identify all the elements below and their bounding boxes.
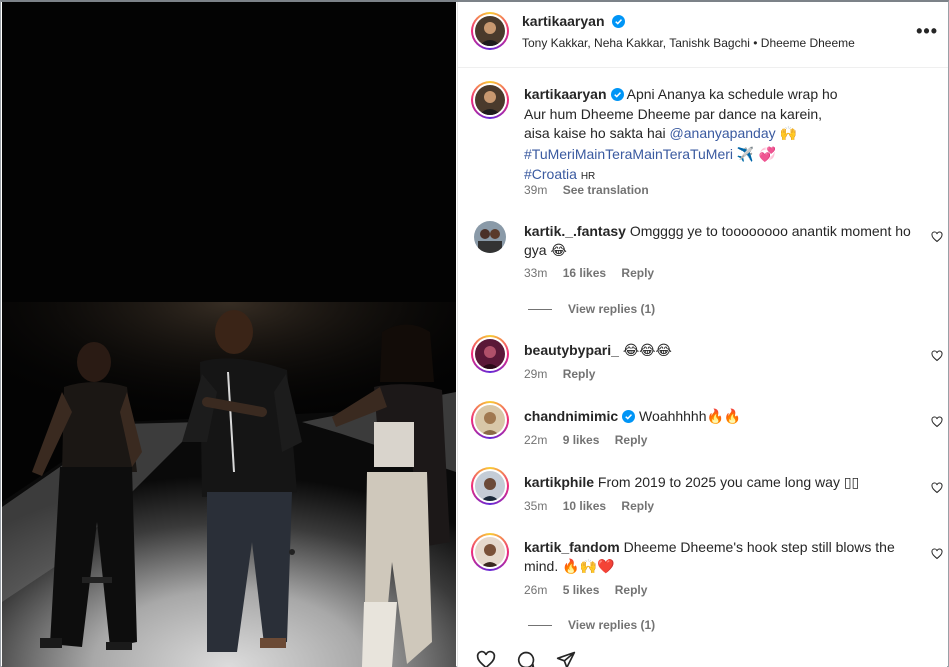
like-heart-icon[interactable] <box>474 650 498 667</box>
comment-body: chandnimimic Woahhhhh🔥🔥 <box>524 407 924 426</box>
comment-username[interactable]: kartik._.fantasy <box>524 223 626 239</box>
commenter-avatar[interactable] <box>471 401 509 439</box>
reply-button[interactable]: Reply <box>621 266 654 280</box>
verified-icon <box>612 15 626 28</box>
comment-time: 26m <box>524 583 548 597</box>
video-frame-graphic <box>2 2 456 667</box>
author-avatar[interactable] <box>471 12 509 50</box>
comment-body: kartikphile From 2019 to 2025 you came l… <box>524 473 924 492</box>
comment-time: 33m <box>524 266 548 280</box>
caption-line-2: Aur hum Dheeme Dheeme par dance na karei… <box>524 105 823 122</box>
comment-username[interactable]: beautybypari_ <box>524 342 619 358</box>
commenter-avatar[interactable] <box>474 221 506 253</box>
commenter-avatar[interactable] <box>471 533 509 571</box>
more-icon[interactable]: ••• <box>916 21 938 42</box>
comment-meta: 22m 9 likes Reply <box>524 433 659 447</box>
view-replies-line <box>528 625 552 627</box>
comment-likes[interactable]: 9 likes <box>563 433 600 447</box>
heart-icon[interactable] <box>931 482 943 494</box>
view-replies-button[interactable]: View replies (1) <box>528 618 655 632</box>
verified-icon <box>622 410 636 423</box>
post-video[interactable] <box>2 2 456 667</box>
caption-time: 39m <box>524 183 548 197</box>
comment-icon[interactable] <box>514 650 538 667</box>
flag-hr: HR <box>580 171 596 182</box>
comment-username[interactable]: kartikphile <box>524 474 594 490</box>
comments-feed[interactable]: kartikaaryan Apni Ananya ka schedule wra… <box>458 69 948 644</box>
reply-button[interactable]: Reply <box>621 499 654 513</box>
comment-username[interactable]: chandnimimic <box>524 408 618 424</box>
caption-username[interactable]: kartikaaryan <box>524 86 607 102</box>
reply-button[interactable]: Reply <box>563 367 596 381</box>
reply-button[interactable]: Reply <box>615 583 648 597</box>
post-details-pane: kartikaaryan Tony Kakkar, Neha Kakkar, T… <box>457 2 948 667</box>
caption-emojis: ✈️ 💞 <box>736 146 777 163</box>
comment-body: kartik._.fantasy Omgggg ye to toooooooo … <box>524 222 924 260</box>
comment-text: Woahhhhh🔥🔥 <box>639 408 742 424</box>
comment-likes[interactable]: 16 likes <box>563 266 606 280</box>
hashtag-link[interactable]: #TuMeriMainTeraMainTeraTuMeri <box>524 146 733 162</box>
heart-icon[interactable] <box>931 350 943 362</box>
view-replies-line <box>528 309 552 311</box>
caption-author-avatar[interactable] <box>471 81 509 119</box>
post-actions-bar <box>458 646 948 667</box>
raising-hands-emoji: 🙌 <box>779 126 797 142</box>
comment-body: beautybypari_ 😂😂😂 <box>524 341 924 360</box>
comment-time: 22m <box>524 433 548 447</box>
comment-time: 35m <box>524 499 548 513</box>
comment-text: 😂😂😂 <box>622 342 672 358</box>
comment-text: From 2019 to 2025 you came long way ▯▯ <box>597 474 860 490</box>
view-replies-button[interactable]: View replies (1) <box>528 302 655 316</box>
author-username[interactable]: kartikaaryan <box>522 13 626 29</box>
see-translation-button[interactable]: See translation <box>563 183 649 197</box>
comment-meta: 35m 10 likes Reply <box>524 499 666 513</box>
hashtag-croatia-link[interactable]: #Croatia <box>524 166 577 182</box>
comment-meta: 33m 16 likes Reply <box>524 266 666 280</box>
share-icon[interactable] <box>554 650 578 667</box>
verified-icon <box>610 88 624 101</box>
reply-button[interactable]: Reply <box>615 433 648 447</box>
caption-line-1: Apni Ananya ka schedule wrap ho <box>626 86 838 102</box>
mention-link[interactable]: @ananyapanday <box>670 125 776 141</box>
heart-icon[interactable] <box>931 548 943 560</box>
commenter-avatar[interactable] <box>471 335 509 373</box>
comment-body: kartik_fandom Dheeme Dheeme's hook step … <box>524 538 924 576</box>
comment-meta: 26m 5 likes Reply <box>524 583 659 597</box>
comment-time: 29m <box>524 367 548 381</box>
caption-meta: 39m See translation <box>524 183 661 197</box>
post-caption: kartikaaryan Apni Ananya ka schedule wra… <box>524 85 924 187</box>
comment-likes[interactable]: 10 likes <box>563 499 606 513</box>
commenter-avatar[interactable] <box>471 467 509 505</box>
post-header: kartikaaryan Tony Kakkar, Neha Kakkar, T… <box>458 2 948 68</box>
comment-likes[interactable]: 5 likes <box>563 583 600 597</box>
heart-icon[interactable] <box>931 416 943 428</box>
heart-icon[interactable] <box>931 231 943 243</box>
comment-username[interactable]: kartik_fandom <box>524 539 620 555</box>
audio-track-link[interactable]: Tony Kakkar, Neha Kakkar, Tanishk Bagchi… <box>522 36 855 50</box>
caption-line-3: aisa kaise ho sakta hai <box>524 125 666 141</box>
comment-meta: 29m Reply <box>524 367 607 381</box>
